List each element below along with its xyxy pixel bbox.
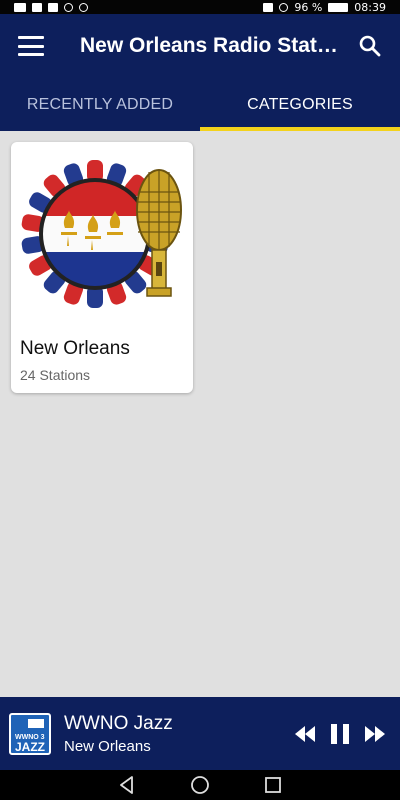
wifi-icon — [48, 2, 58, 12]
tab-bar: RECENTLY ADDED CATEGORIES — [0, 78, 400, 131]
station-count: 24 Stations — [20, 367, 91, 383]
nfc-icon — [263, 2, 274, 12]
fast-forward-icon[interactable] — [364, 725, 386, 743]
station-logo-badge — [28, 718, 44, 728]
clock: 08:39 — [354, 0, 386, 14]
toolbar: New Orleans Radio Stati… — [0, 14, 400, 78]
mini-player[interactable]: WWNO 3 JAZZ WWNO Jazz New Orleans — [0, 697, 400, 770]
category-grid: New Orleans 24 Stations — [0, 131, 400, 697]
page-title: New Orleans Radio Stati… — [80, 34, 342, 57]
now-playing-location: New Orleans — [64, 737, 151, 755]
new-orleans-flag-microphone-icon — [21, 160, 182, 308]
category-name: New Orleans — [20, 338, 130, 359]
now-playing-info: WWNO Jazz New Orleans — [64, 713, 173, 755]
battery-icon — [328, 2, 349, 12]
battery-percent: 96 % — [294, 0, 323, 14]
status-bar: 96 % 08:39 — [0, 0, 400, 14]
tab-recently-added[interactable]: RECENTLY ADDED — [0, 78, 200, 131]
pause-icon[interactable] — [330, 723, 350, 745]
rewind-icon[interactable] — [294, 725, 316, 743]
now-playing-station: WWNO Jazz — [64, 712, 173, 734]
eye-icon — [279, 2, 289, 12]
tab-categories[interactable]: CATEGORIES — [200, 78, 400, 131]
station-logo: WWNO 3 JAZZ — [9, 712, 51, 755]
status-left-icons — [14, 2, 88, 12]
player-controls — [294, 723, 400, 745]
category-card[interactable]: New Orleans 24 Stations — [11, 142, 193, 393]
status-right-icons: 96 % 08:39 — [263, 1, 386, 14]
menu-icon[interactable] — [18, 36, 44, 56]
system-nav-bar — [0, 770, 400, 800]
search-icon[interactable] — [358, 34, 382, 58]
home-icon[interactable] — [190, 775, 210, 795]
recents-icon[interactable] — [263, 775, 283, 795]
station-logo-text: JAZZ — [15, 739, 45, 754]
app-bar: New Orleans Radio Stati… RECENTLY ADDED … — [0, 14, 400, 131]
back-icon[interactable] — [117, 775, 137, 795]
app-notification-icon — [79, 2, 88, 12]
notification-icon — [14, 2, 26, 12]
app-notification-icon — [64, 2, 73, 12]
signal-icon — [32, 2, 42, 12]
